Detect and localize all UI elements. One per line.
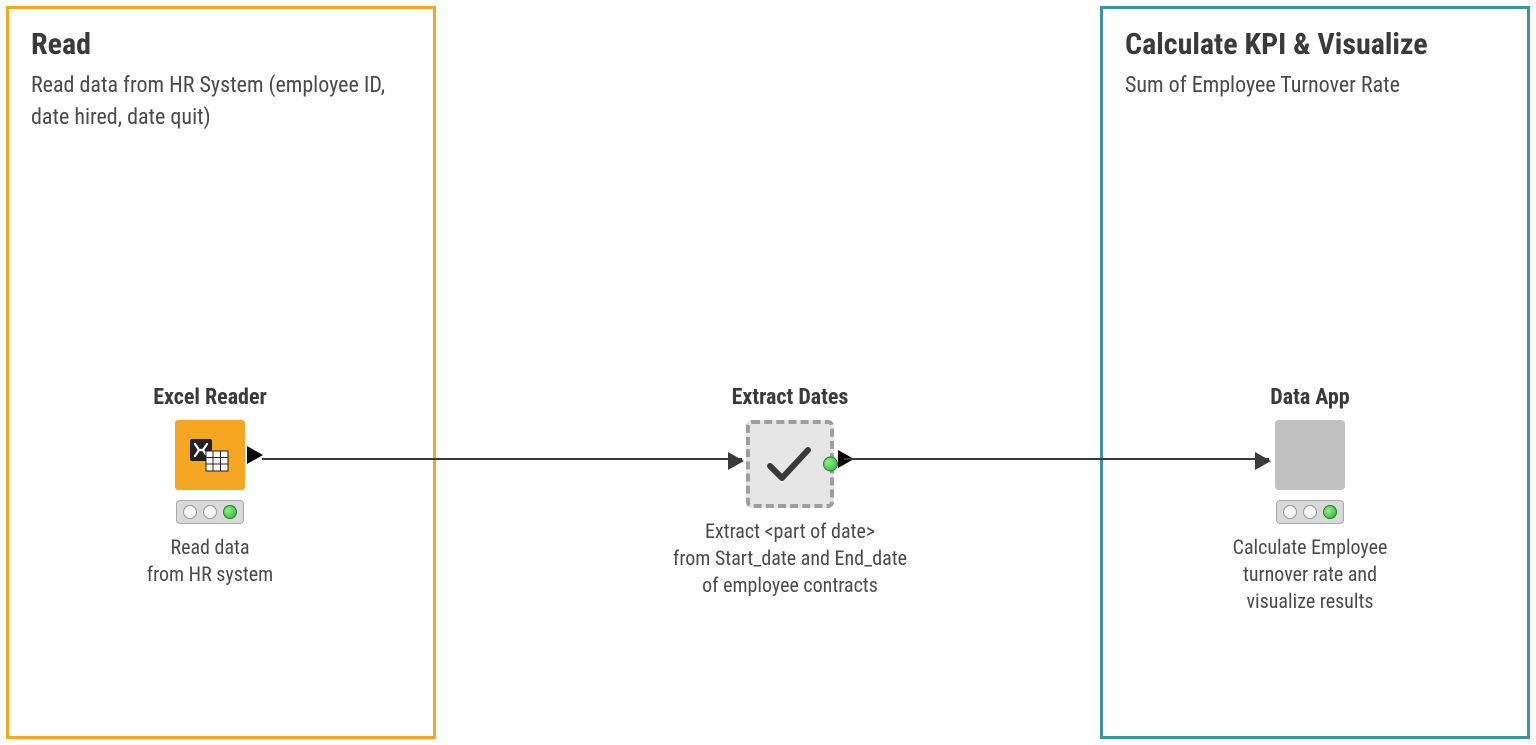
status-dot-yellow [1303,505,1317,519]
metanode-output-port-icon [823,457,838,472]
node-excel-reader-label: Excel Reader [100,385,320,410]
annotation-read-desc: Read data from HR System (employee ID, d… [31,70,411,134]
status-dot-red [1283,505,1297,519]
workflow-canvas: Read Read data from HR System (employee … [0,0,1536,745]
annotation-calculate-desc: Sum of Employee Turnover Rate [1125,70,1505,102]
node-data-app-label: Data App [1200,385,1420,410]
metanode-icon [746,420,834,508]
node-excel-reader-desc: Read data from HR system [100,534,320,588]
node-excel-reader[interactable]: Excel Reader Read data fro [100,385,320,588]
output-port-icon [247,446,263,464]
node-data-app-desc: Calculate Employee turnover rate and vis… [1200,534,1420,615]
node-extract-dates-desc: Extract <part of date> from Start_date a… [640,518,940,599]
status-dot-yellow [203,505,217,519]
node-data-app[interactable]: Data App Calculate Employee turnover rat… [1200,385,1420,615]
annotation-read-title: Read [31,27,411,62]
node-extract-dates-label: Extract Dates [640,385,940,410]
status-dot-green [1323,505,1337,519]
excel-reader-icon [175,420,245,490]
traffic-light [176,500,244,524]
connection-extract-to-app [844,458,1269,460]
status-dot-red [183,505,197,519]
annotation-calculate-title: Calculate KPI & Visualize [1125,27,1505,62]
annotation-calculate: Calculate KPI & Visualize Sum of Employe… [1100,6,1530,739]
traffic-light [1276,500,1344,524]
connection-excel-to-extract [262,458,742,460]
node-extract-dates[interactable]: Extract Dates Extract <part of date> fro… [640,385,940,599]
component-icon [1275,420,1345,490]
annotation-read: Read Read data from HR System (employee … [6,6,436,739]
status-dot-green [223,505,237,519]
